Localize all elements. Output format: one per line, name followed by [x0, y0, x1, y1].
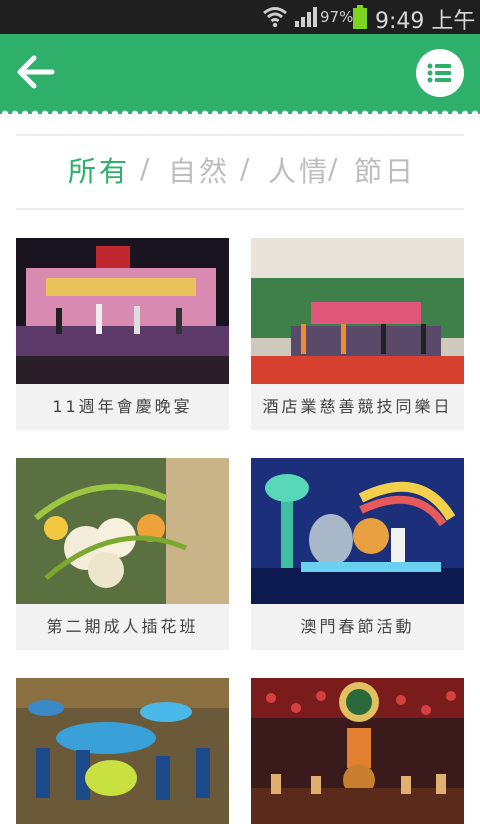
tab-separator: /: [328, 152, 338, 185]
battery-icon: [353, 5, 367, 29]
tab-separator: /: [140, 152, 150, 185]
card-caption: 酒店業慈善競技同樂日: [251, 384, 464, 430]
decorated-hall-photo: [16, 678, 229, 824]
wifi-icon: [263, 7, 287, 28]
app-bar: [0, 34, 480, 114]
event-card[interactable]: 酒店業慈善競技同樂日: [251, 238, 464, 430]
battery-percent: 97%: [320, 8, 354, 26]
event-card[interactable]: 澳門春節活動: [251, 458, 464, 650]
arrow-left-icon: [17, 55, 55, 89]
stage-banquet-photo: [16, 238, 229, 384]
signal-icon: [295, 7, 317, 27]
event-card[interactable]: 第二期成人插花班: [16, 458, 229, 650]
theatre-performance-photo: [251, 678, 464, 824]
list-icon: [427, 63, 451, 83]
flower-arrangement-photo: [16, 458, 229, 604]
card-caption: 澳門春節活動: [251, 604, 464, 650]
menu-button[interactable]: [416, 49, 464, 97]
card-caption: 11週年會慶晚宴: [16, 384, 229, 430]
scalloped-edge: [0, 106, 480, 114]
event-card[interactable]: [16, 678, 229, 824]
status-bar: 97% 9:49 上午: [0, 0, 480, 34]
group-stage-photo: [251, 238, 464, 384]
back-button[interactable]: [14, 52, 58, 92]
tab-nature[interactable]: 自然: [168, 150, 230, 190]
card-caption: 第二期成人插花班: [16, 604, 229, 650]
tab-festival[interactable]: 節日: [354, 150, 416, 190]
tabs-top-divider: [16, 134, 464, 136]
tab-separator: /: [240, 152, 250, 185]
clock: 9:49 上午: [375, 9, 476, 34]
event-card[interactable]: [251, 678, 464, 824]
festival-float-photo: [251, 458, 464, 604]
tab-all[interactable]: 所有: [68, 150, 130, 190]
category-tabs: 所有 / 自然 / 人情 / 節日: [0, 150, 480, 196]
tab-people[interactable]: 人情: [268, 150, 330, 190]
tabs-bottom-divider: [16, 208, 464, 210]
event-card[interactable]: 11週年會慶晚宴: [16, 238, 229, 430]
